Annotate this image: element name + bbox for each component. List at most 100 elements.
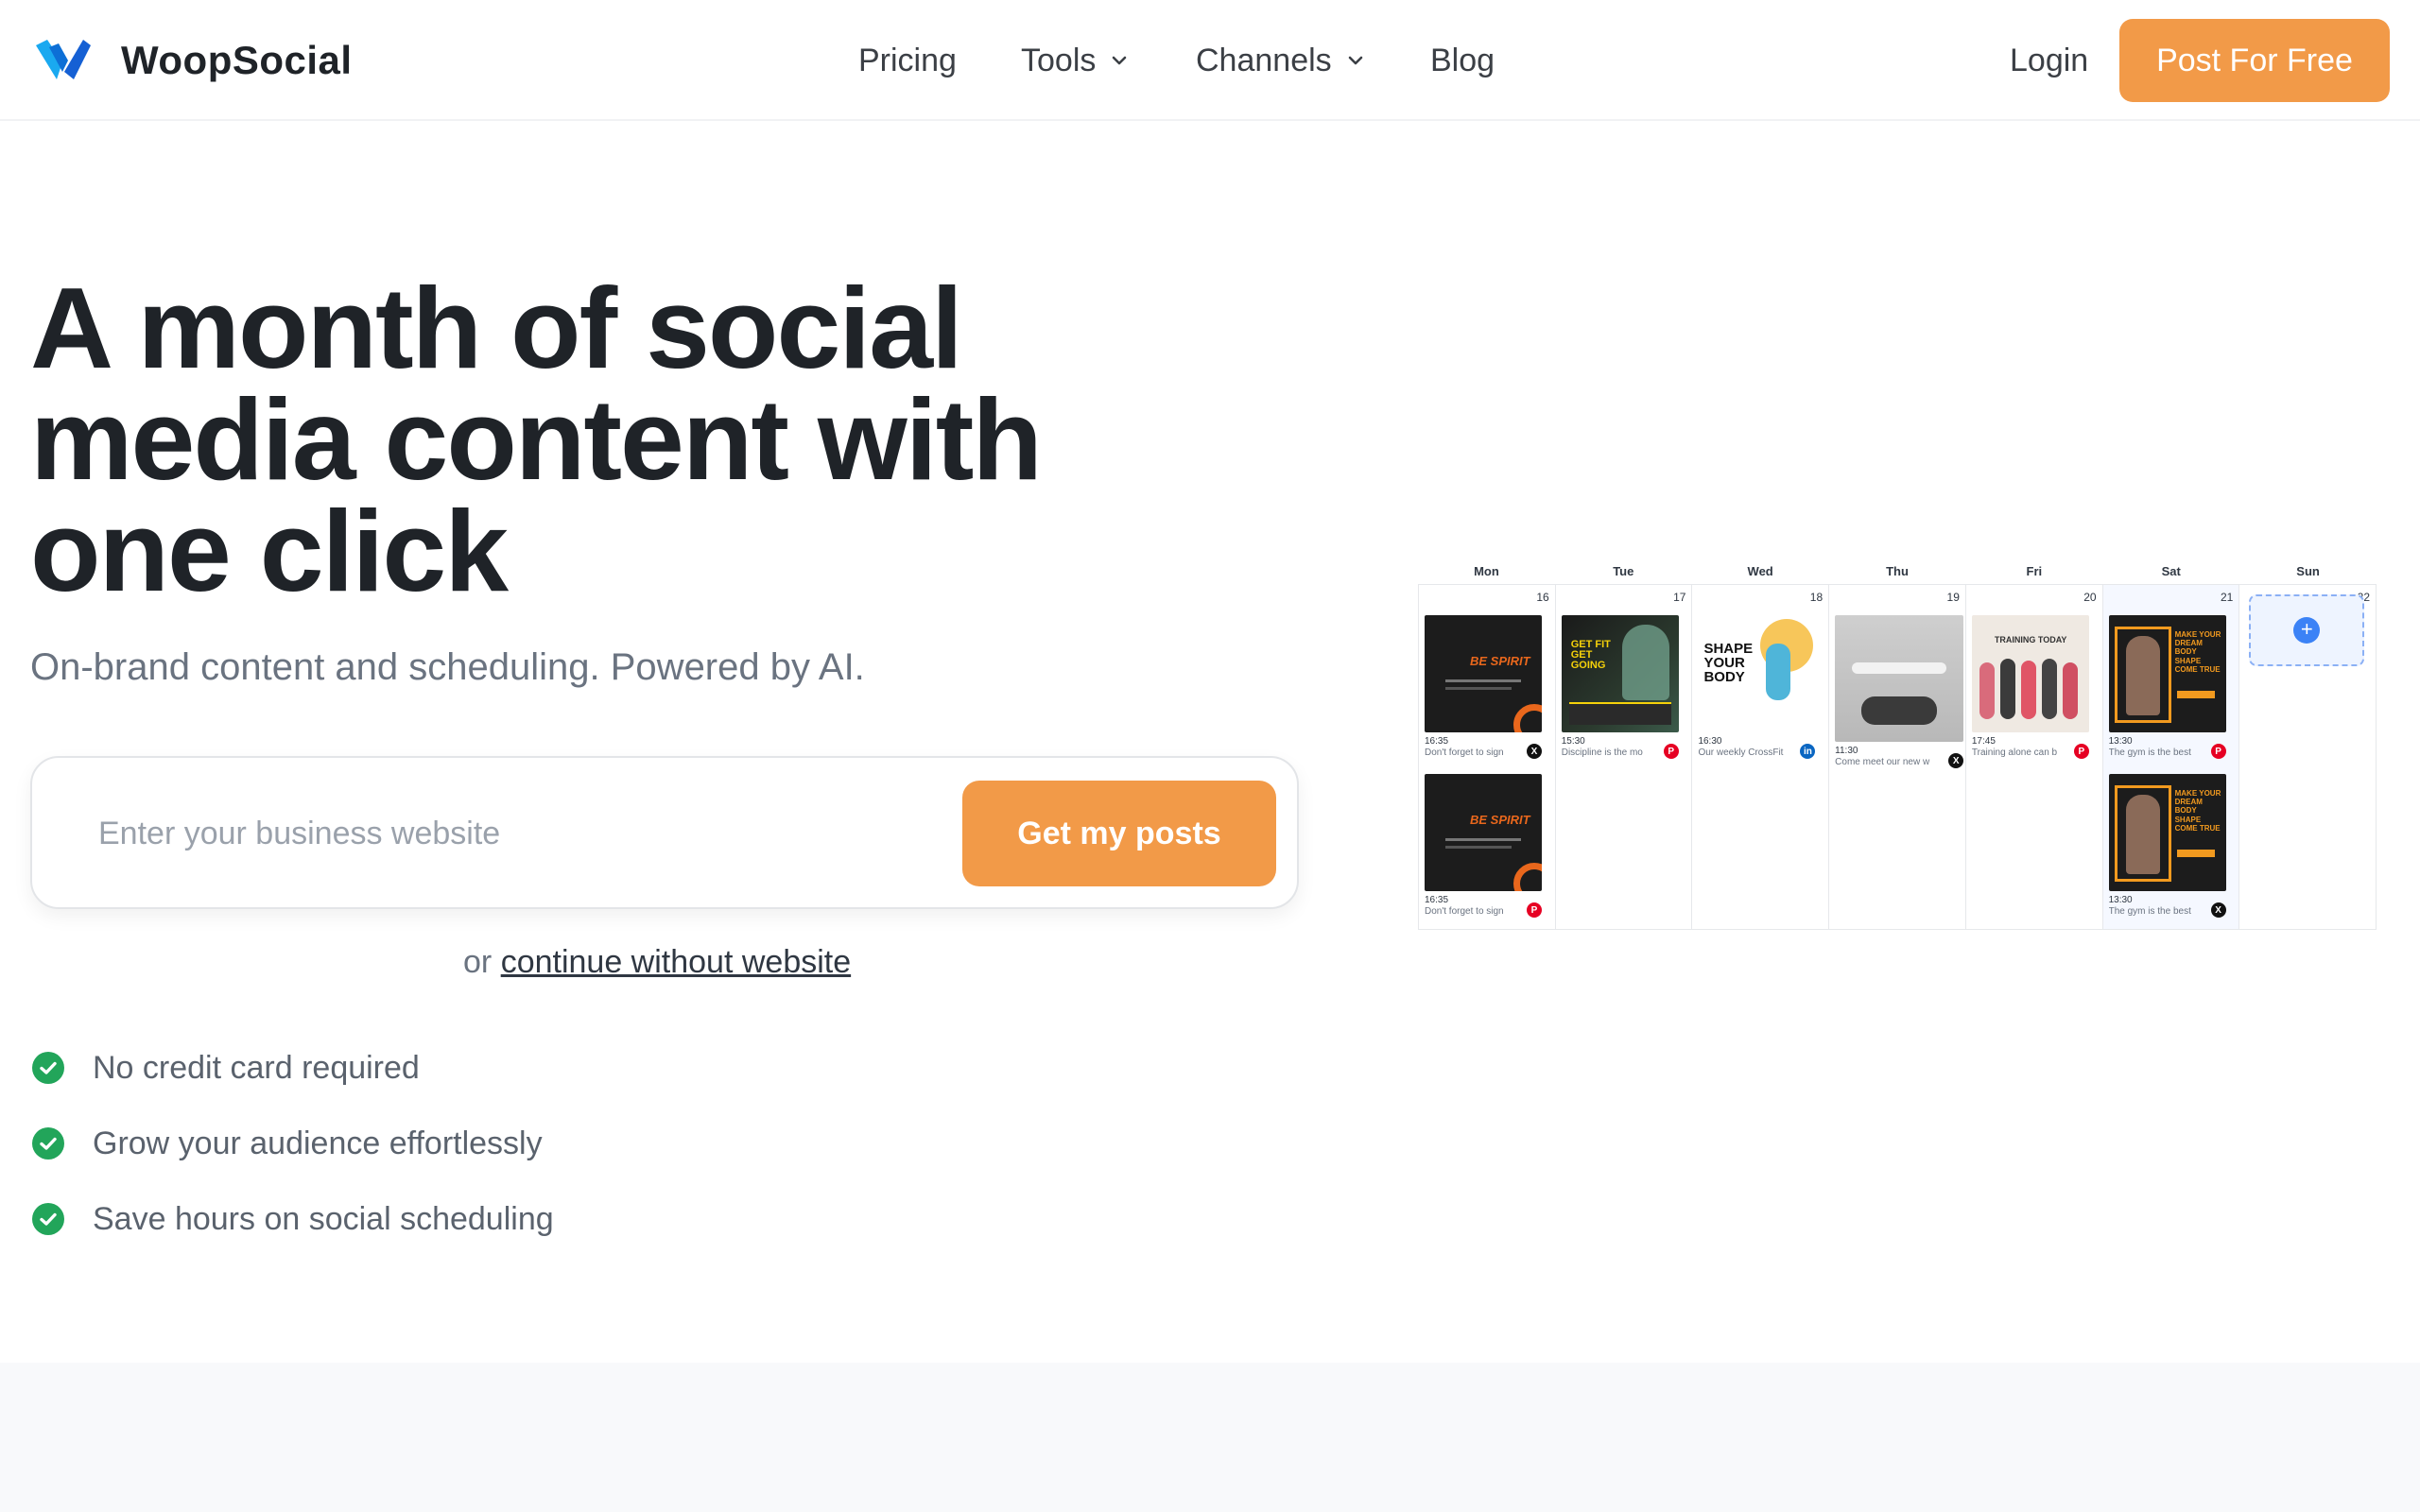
calendar-day-headers: Mon Tue Wed Thu Fri Sat Sun [1418,559,2377,584]
art-line [1445,687,1512,690]
benefit-item: Save hours on social scheduling [32,1196,554,1242]
nav-blog[interactable]: Blog [1430,34,1495,87]
post-caption: The gym is the best [2108,906,2191,917]
athlete-figure [2020,661,2036,719]
brand-name[interactable]: WoopSocial [121,36,353,85]
post-time: 13:30 [2108,895,2133,905]
art-bar [1568,702,1671,725]
nav-pricing-label: Pricing [858,43,957,78]
post-caption: Our weekly CrossFit [1698,747,1784,758]
x-icon: X [2210,902,2226,918]
post-art-text: MAKE YOUR DREAM BODY SHAPE COME TRUE [2174,630,2221,674]
nav-channels-label: Channels [1196,43,1332,78]
hero-title-line: A month of social [30,264,963,392]
nav-blog-label: Blog [1430,43,1495,78]
athlete-figure [2062,662,2078,719]
pinterest-icon: P [1663,744,1679,759]
pinterest-icon: P [2210,744,2226,759]
website-input[interactable] [98,805,930,862]
join-badge [2176,850,2215,857]
scheduled-post[interactable]: MAKE YOUR DREAM BODY SHAPE COME TRUE 13:… [2108,774,2226,918]
scheduled-post[interactable]: TRAINING TODAY 17:45 Training alone can … [1971,615,2089,759]
nav-tools-label: Tools [1021,43,1097,78]
post-art-text: BE SPIRIT [1470,654,1530,668]
calendar-day-thu: 19 11:30 Come meet our new w X [1829,585,1966,929]
scheduled-post[interactable]: 11:30 Come meet our new w X [1835,615,1964,768]
calendar-day-sun: 22 + [2239,585,2377,929]
post-image: BE SPIRIT [1425,615,1542,732]
orange-ring [1513,704,1542,732]
post-time: 11:30 [1835,746,1858,756]
website-search-form: Get my posts [30,756,1299,909]
date-number: 16 [1536,591,1549,604]
continue-without-website: or continue without website [463,939,851,985]
add-post-slot[interactable]: + [2249,594,2365,666]
post-time: 13:30 [2108,736,2133,747]
plus-icon: + [2293,617,2321,644]
woopsocial-logo-icon[interactable] [36,36,93,83]
date-number: 17 [1673,591,1686,604]
scheduled-post[interactable]: BE SPIRIT 16:35 Don't forget to sign P [1425,774,1542,918]
post-time: 16:30 [1698,736,1722,747]
check-circle-icon [32,1052,64,1084]
content-calendar-preview: Mon Tue Wed Thu Fri Sat Sun 16 BE SPIRIT… [1418,559,2377,930]
nav-tools[interactable]: Tools [1021,34,1130,87]
athlete-figure [2041,659,2057,719]
scheduled-post[interactable]: GET FIT GET GOING 15:30 Discipline is th… [1561,615,1679,759]
post-time: 17:45 [1971,736,1996,747]
date-number: 21 [2220,591,2234,604]
athlete-figure [2125,795,2160,874]
hero-title-line: media content with [30,375,1043,504]
post-for-free-button[interactable]: Post For Free [2119,19,2390,102]
nav-pricing[interactable]: Pricing [858,34,957,87]
art-line [1445,679,1521,682]
post-time: 16:35 [1425,736,1449,747]
post-caption: The gym is the best [2108,747,2191,758]
athlete-figure [2125,636,2160,715]
calendar-grid: 16 BE SPIRIT 16:35 Don't forget to sign … [1418,584,2377,930]
calendar-day-mon: 16 BE SPIRIT 16:35 Don't forget to sign … [1419,585,1556,929]
post-image: TRAINING TODAY [1971,615,2089,732]
hero-title-line: one click [30,487,509,615]
scheduled-post[interactable]: BE SPIRIT 16:35 Don't forget to sign X [1425,615,1542,759]
post-time: 15:30 [1561,736,1585,747]
calendar-day-tue: 17 GET FIT GET GOING 15:30 Discipline is… [1555,585,1693,929]
x-icon: X [1527,744,1542,759]
dumbbells [1861,696,1938,725]
art-line [1445,846,1512,849]
nav-channels[interactable]: Channels [1196,34,1366,87]
next-section-band [0,1363,2420,1512]
continue-without-website-link[interactable]: continue without website [501,944,851,980]
date-number: 19 [1946,591,1960,604]
post-art-text: GET FIT GET GOING [1570,639,1611,671]
post-image: SHAPE YOUR BODY [1698,615,1816,732]
day-header: Fri [2026,564,2043,578]
site-header: WoopSocial Pricing Tools Channels Blog L… [0,0,2420,121]
join-badge [2176,691,2215,698]
hero-subtitle: On-brand content and scheduling. Powered… [30,646,865,688]
post-time: 16:35 [1425,895,1449,905]
post-image [1835,615,1964,742]
benefit-item: Grow your audience effortlessly [32,1121,543,1166]
day-header: Thu [1886,564,1909,578]
login-link[interactable]: Login [2010,34,2088,87]
date-number: 18 [1809,591,1824,604]
day-header: Wed [1747,564,1773,578]
post-art-text: BE SPIRIT [1470,813,1530,827]
pinterest-icon: P [2073,744,2089,759]
calendar-day-fri: 20 TRAINING TODAY 17:45 Training alone c… [1965,585,2103,929]
date-number: 20 [2083,591,2097,604]
check-circle-icon [32,1203,64,1235]
post-caption: Training alone can b [1971,747,2058,758]
day-header: Tue [1613,564,1634,578]
post-image: BE SPIRIT [1425,774,1542,891]
athlete-figure [1621,625,1669,700]
benefit-item: No credit card required [32,1045,420,1091]
post-caption: Don't forget to sign [1425,906,1504,917]
post-caption: Discipline is the mo [1561,747,1643,758]
calendar-day-wed: 18 SHAPE YOUR BODY 16:30 Our weekly Cros… [1692,585,1830,929]
get-my-posts-button[interactable]: Get my posts [962,781,1276,886]
scheduled-post[interactable]: SHAPE YOUR BODY 16:30 Our weekly CrossFi… [1698,615,1816,759]
scheduled-post[interactable]: MAKE YOUR DREAM BODY SHAPE COME TRUE 13:… [2108,615,2226,759]
day-header: Sun [2296,564,2320,578]
